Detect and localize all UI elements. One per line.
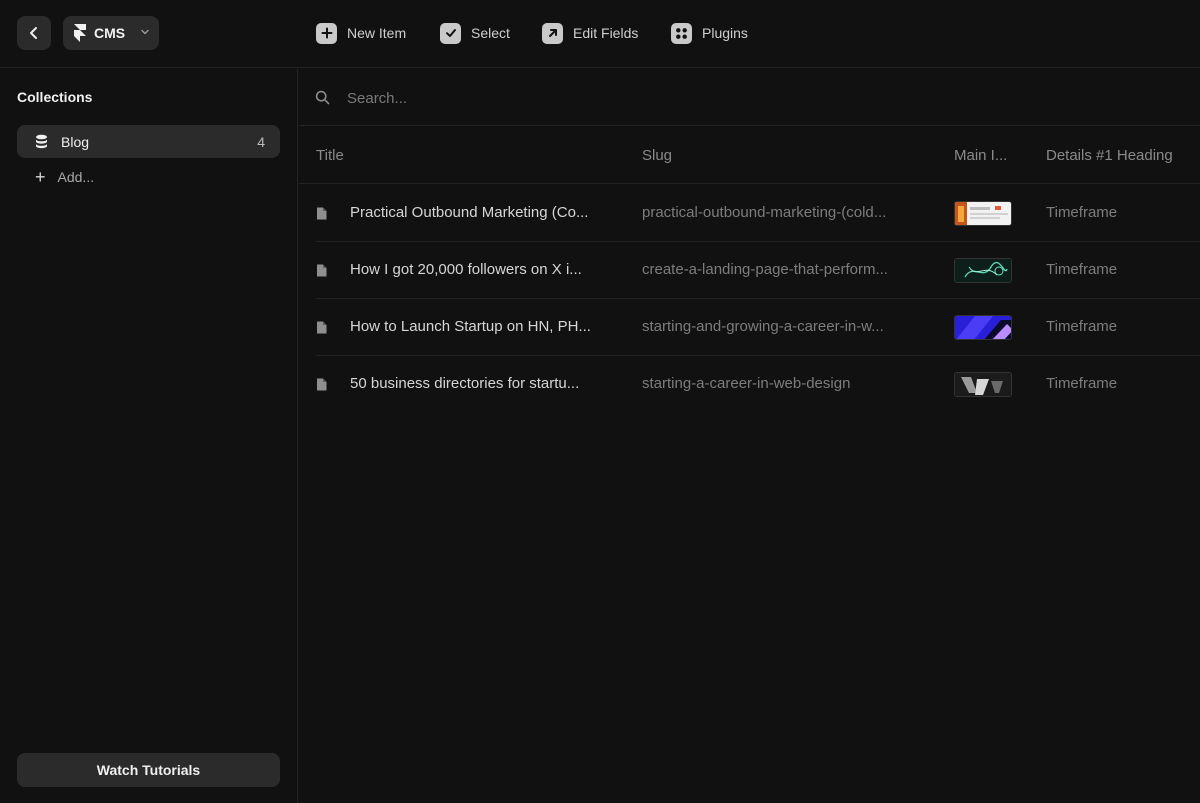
table-row[interactable]: How to Launch Startup on HN, PH... start… xyxy=(316,299,1200,356)
back-button[interactable] xyxy=(17,16,51,50)
select-button[interactable]: Select xyxy=(440,22,510,44)
collection-count: 4 xyxy=(257,134,265,150)
plugins-grid-icon xyxy=(671,22,692,44)
new-item-button[interactable]: New Item xyxy=(316,22,406,44)
search-input[interactable] xyxy=(347,86,947,110)
column-header-slug[interactable]: Slug xyxy=(642,147,672,164)
new-item-label: New Item xyxy=(347,25,407,41)
collections-heading: Collections xyxy=(17,89,93,105)
row-details-heading: Timeframe xyxy=(1046,318,1118,335)
watch-tutorials-button[interactable]: Watch Tutorials xyxy=(17,753,280,787)
arrow-up-right-square-icon xyxy=(542,22,563,44)
edit-fields-label: Edit Fields xyxy=(573,25,639,41)
collection-name: Blog xyxy=(61,133,90,150)
plugins-label: Plugins xyxy=(702,25,748,41)
plus-icon: + xyxy=(35,167,46,187)
row-slug: practical-outbound-marketing-(cold... xyxy=(642,204,887,221)
top-bar: CMS New Item Select Edit Fields Plugins xyxy=(0,0,1200,68)
column-header-title[interactable]: Title xyxy=(316,147,344,164)
row-details-heading: Timeframe xyxy=(1046,204,1118,221)
row-title: How I got 20,000 followers on X i... xyxy=(350,261,582,278)
row-details-heading: Timeframe xyxy=(1046,261,1118,278)
row-slug: create-a-landing-page-that-perform... xyxy=(642,261,888,278)
row-title: 50 business directories for startu... xyxy=(350,375,580,392)
row-slug: starting-and-growing-a-career-in-w... xyxy=(642,318,884,335)
table-row[interactable]: How I got 20,000 followers on X i... cre… xyxy=(316,242,1200,299)
search-bar xyxy=(299,69,1200,126)
add-collection-button[interactable]: + Add... xyxy=(35,167,94,187)
chevron-down-icon xyxy=(141,29,149,35)
table-row[interactable]: Practical Outbound Marketing (Co... prac… xyxy=(316,185,1200,242)
framer-logo-icon xyxy=(74,24,86,42)
column-header-main-image[interactable]: Main I... xyxy=(954,147,1007,164)
plus-square-icon xyxy=(316,22,337,44)
select-label: Select xyxy=(471,25,510,41)
row-slug: starting-a-career-in-web-design xyxy=(642,375,851,392)
search-icon xyxy=(315,90,330,105)
table-row[interactable]: 50 business directories for startu... st… xyxy=(316,356,1200,413)
row-main-image xyxy=(954,315,1012,340)
sidebar: Collections Blog 4 + Add... Watch Tutori… xyxy=(0,69,298,803)
add-collection-label: Add... xyxy=(57,169,95,185)
document-icon xyxy=(317,264,327,277)
row-main-image xyxy=(954,372,1012,397)
row-details-heading: Timeframe xyxy=(1046,375,1118,392)
document-icon xyxy=(317,378,327,391)
row-main-image xyxy=(954,201,1012,226)
database-icon xyxy=(36,134,47,149)
row-title: How to Launch Startup on HN, PH... xyxy=(350,318,591,335)
cms-project-menu[interactable]: CMS xyxy=(63,16,159,50)
edit-fields-button[interactable]: Edit Fields xyxy=(542,22,638,44)
sidebar-item-blog[interactable]: Blog 4 xyxy=(17,125,280,158)
check-square-icon xyxy=(440,22,461,44)
main-content: Title Slug Main I... Details #1 Heading … xyxy=(299,69,1200,803)
document-icon xyxy=(317,321,327,334)
table-header: Title Slug Main I... Details #1 Heading xyxy=(299,127,1200,184)
document-icon xyxy=(317,207,327,220)
chevron-left-icon xyxy=(30,27,37,39)
plugins-button[interactable]: Plugins xyxy=(671,22,748,44)
row-title: Practical Outbound Marketing (Co... xyxy=(350,204,589,221)
column-header-details-heading[interactable]: Details #1 Heading xyxy=(1046,147,1173,164)
cms-label: CMS xyxy=(94,25,126,41)
row-main-image xyxy=(954,258,1012,283)
